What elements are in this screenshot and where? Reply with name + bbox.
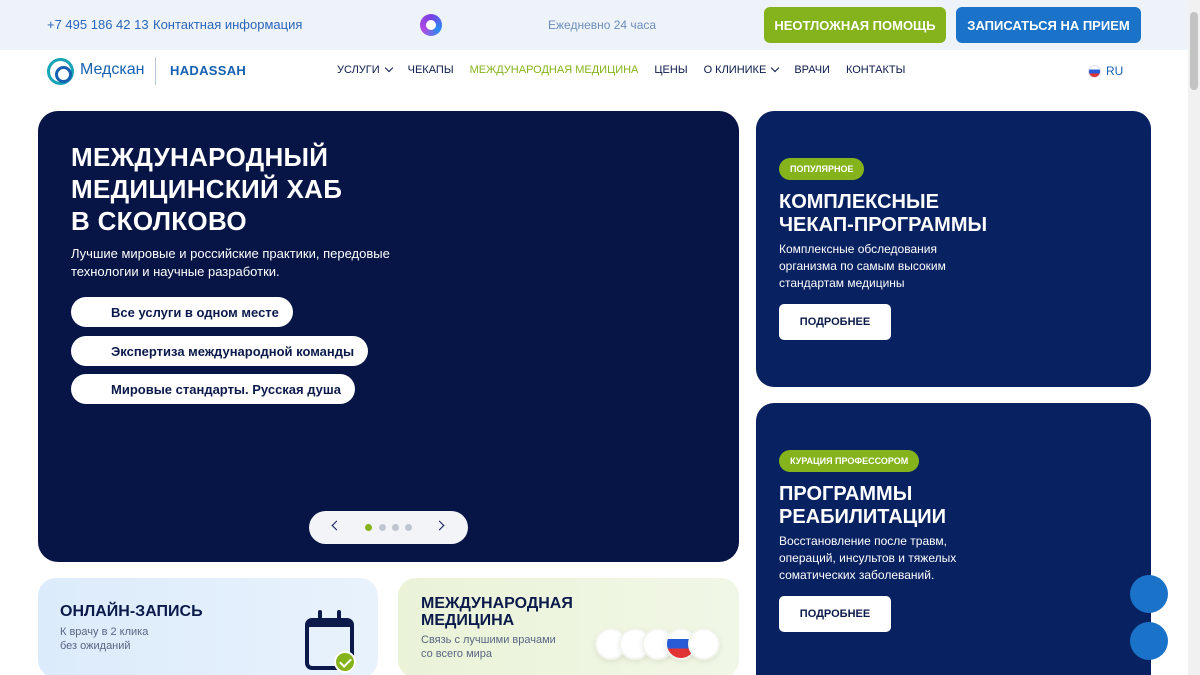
nav-item-checkups[interactable]: ЧЕКАПЫ xyxy=(408,64,454,76)
nav-item-contacts[interactable]: КОНТАКТЫ xyxy=(846,64,905,76)
main-nav: УСЛУГИ ЧЕКАПЫ МЕЖДУНАРОДНАЯ МЕДИЦИНА ЦЕН… xyxy=(337,63,921,76)
card-description: К врачу в 2 клика без ожиданий xyxy=(60,625,148,653)
feature-chip: Мировые стандарты. Русская душа xyxy=(71,374,355,404)
contact-info-link[interactable]: Контактная информация xyxy=(153,17,302,32)
nav-item-label: УСЛУГИ xyxy=(337,64,380,76)
nav-item-doctors[interactable]: ВРАЧИ xyxy=(794,64,830,76)
working-hours: Ежедневно 24 часа xyxy=(548,18,657,32)
rehab-card: КУРАЦИЯ ПРОФЕССОРОМ ПРОГРАММЫ РЕАБИЛИТАЦ… xyxy=(756,403,1151,675)
nav-item-label: ЧЕКАПЫ xyxy=(407,64,454,76)
card-title-line: ПРОГРАММЫ xyxy=(779,483,913,505)
nav-item-label: КОНТАКТЫ xyxy=(845,64,906,76)
hero-title-line: В СКОЛКОВО xyxy=(71,206,247,236)
brand-divider xyxy=(155,57,156,85)
card-text-line: со всего мира xyxy=(421,648,493,660)
card-title: МЕЖДУНАРОДНАЯ МЕДИЦИНА xyxy=(421,595,573,629)
nav-item-about[interactable]: О КЛИНИКЕ xyxy=(703,63,780,76)
card-title-line: ЧЕКАП-ПРОГРАММЫ xyxy=(779,214,988,236)
brand-partner[interactable]: HADASSAH xyxy=(170,63,246,78)
card-title-line: РЕАБИЛИТАЦИИ xyxy=(779,506,947,528)
card-title: КОМПЛЕКСНЫЕ ЧЕКАП-ПРОГРАММЫ xyxy=(779,191,987,237)
language-label: RU xyxy=(1106,64,1124,78)
hero-title-line: МЕЖДУНАРОДНЫЙ xyxy=(71,142,329,172)
book-appointment-button[interactable]: ЗАПИСАТЬСЯ НА ПРИЕМ xyxy=(956,7,1141,43)
chevron-down-icon xyxy=(384,63,393,73)
top-bar: +7 495 186 42 13 Контактная информация Е… xyxy=(0,0,1188,50)
card-title-line: КОМПЛЕКСНЫЕ xyxy=(779,191,939,213)
nav-item-label: ВРАЧИ xyxy=(794,64,830,76)
card-title-line: МЕДИЦИНА xyxy=(421,612,515,629)
card-description: Комплексные обследования организма по са… xyxy=(779,242,946,290)
hero-banner: МЕЖДУНАРОДНЫЙ МЕДИЦИНСКИЙ ХАБ В СКОЛКОВО… xyxy=(38,111,739,562)
feature-chip: Экспертиза международной команды xyxy=(71,336,369,366)
nav-item-label: МЕЖДУНАРОДНАЯ МЕДИЦИНА xyxy=(469,64,639,76)
hero-title-line: МЕДИЦИНСКИЙ ХАБ xyxy=(71,174,343,204)
chat-logo-icon[interactable] xyxy=(420,14,442,36)
feature-chip: Все услуги в одном месте xyxy=(71,297,293,327)
hero-title: МЕЖДУНАРОДНЫЙ МЕДИЦИНСКИЙ ХАБ В СКОЛКОВО xyxy=(71,141,491,237)
card-text-line: Связь с лучшими врачами xyxy=(421,634,556,646)
card-title-line: ОНЛАЙН-ЗАПИСЬ xyxy=(60,603,203,620)
card-description: Связь с лучшими врачами со всего мира xyxy=(421,633,556,661)
flag-icon xyxy=(688,628,720,660)
urgent-help-button[interactable]: НЕОТЛОЖНАЯ ПОМОЩЬ xyxy=(764,7,946,43)
nav-item-services[interactable]: УСЛУГИ xyxy=(337,63,393,76)
scrollbar-track[interactable] xyxy=(1188,0,1200,675)
slider-dot[interactable] xyxy=(405,524,412,531)
card-title: ОНЛАЙН-ЗАПИСЬ xyxy=(60,603,203,620)
card-text-line: без ожиданий xyxy=(60,640,131,652)
floating-call-button[interactable] xyxy=(1130,622,1168,660)
card-text-line: К врачу в 2 клика xyxy=(60,626,149,638)
slider-dot-active[interactable] xyxy=(365,524,372,531)
card-title-line: МЕЖДУНАРОДНАЯ xyxy=(421,595,573,612)
hero-slider-controls xyxy=(309,511,468,544)
online-booking-card[interactable]: ОНЛАЙН-ЗАПИСЬ К врачу в 2 клика без ожид… xyxy=(38,578,378,675)
hero-subtitle: Лучшие мировые и российские практики, пе… xyxy=(71,246,390,279)
professor-badge: КУРАЦИЯ ПРОФЕССОРОМ xyxy=(779,450,920,472)
chevron-right-icon[interactable] xyxy=(434,520,445,531)
russia-flag-icon xyxy=(1088,64,1101,78)
calendar-ring xyxy=(318,610,322,620)
check-icon xyxy=(334,651,356,673)
popular-badge: ПОПУЛЯРНОЕ xyxy=(779,158,865,180)
nav-item-label: ЦЕНЫ xyxy=(654,64,688,76)
more-button[interactable]: ПОДРОБНЕЕ xyxy=(779,304,891,340)
slider-dot[interactable] xyxy=(379,524,386,531)
floating-chat-button[interactable] xyxy=(1130,575,1168,613)
calendar-check-icon xyxy=(305,610,356,673)
nav-item-label: О КЛИНИКЕ xyxy=(703,64,767,76)
chevron-down-icon xyxy=(771,63,780,73)
checkup-card: ПОПУЛЯРНОЕ КОМПЛЕКСНЫЕ ЧЕКАП-ПРОГРАММЫ К… xyxy=(756,111,1151,387)
card-description: Восстановление после травм, операций, ин… xyxy=(779,534,957,582)
calendar-ring xyxy=(337,610,341,620)
medscan-logo-icon[interactable] xyxy=(47,58,74,85)
card-title: ПРОГРАММЫ РЕАБИЛИТАЦИИ xyxy=(779,483,946,529)
more-button[interactable]: ПОДРОБНЕЕ xyxy=(779,596,891,632)
nav-item-international-medicine[interactable]: МЕЖДУНАРОДНАЯ МЕДИЦИНА xyxy=(470,64,639,76)
chevron-left-icon[interactable] xyxy=(331,520,342,531)
nav-item-prices[interactable]: ЦЕНЫ xyxy=(654,64,687,76)
international-medicine-card[interactable]: МЕЖДУНАРОДНАЯ МЕДИЦИНА Связь с лучшими в… xyxy=(398,578,739,675)
language-switcher[interactable]: RU xyxy=(1088,64,1123,78)
phone-link[interactable]: +7 495 186 42 13 xyxy=(47,17,149,32)
brand-name[interactable]: Медскан xyxy=(80,61,144,79)
slider-dot[interactable] xyxy=(392,524,399,531)
scrollbar-thumb[interactable] xyxy=(1190,12,1198,90)
